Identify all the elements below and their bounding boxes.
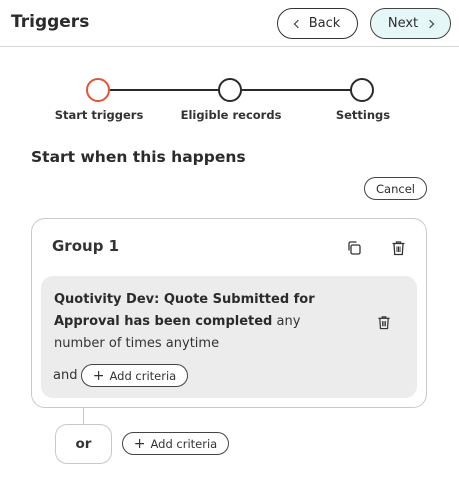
step-3-indicator[interactable] bbox=[350, 78, 374, 102]
step-3-label: Settings bbox=[335, 108, 391, 122]
progress-stepper: Start triggers Eligible records Settings bbox=[0, 76, 459, 126]
step-2-indicator[interactable] bbox=[218, 78, 242, 102]
chevron-left-icon bbox=[293, 19, 302, 28]
step-1-indicator[interactable] bbox=[86, 78, 110, 102]
add-criteria-label: Add criteria bbox=[109, 368, 177, 383]
trash-icon[interactable] bbox=[389, 239, 407, 257]
criteria-description: Quotivity Dev: Quote Submitted for Appro… bbox=[54, 289, 354, 355]
plus-icon: + bbox=[133, 435, 146, 452]
criteria-card[interactable]: Quotivity Dev: Quote Submitted for Appro… bbox=[41, 276, 417, 398]
group-connector-line bbox=[83, 408, 84, 425]
plus-icon: + bbox=[92, 367, 105, 384]
and-label: and bbox=[53, 368, 78, 383]
section-title: Start when this happens bbox=[31, 148, 246, 166]
add-criteria-button[interactable]: + Add criteria bbox=[81, 364, 188, 387]
add-criteria-label: Add criteria bbox=[150, 436, 218, 451]
trigger-group-card: Group 1 Quotivity Dev: Quote Submitted f… bbox=[31, 218, 427, 408]
page-title: Triggers bbox=[11, 12, 90, 32]
back-button[interactable]: Back bbox=[277, 8, 358, 39]
or-group-button[interactable]: or bbox=[55, 424, 112, 464]
step-1-label: Start triggers bbox=[54, 108, 144, 122]
cancel-button[interactable]: Cancel bbox=[364, 177, 427, 200]
group-title: Group 1 bbox=[52, 237, 120, 255]
step-connector bbox=[242, 89, 351, 91]
page-header: Triggers Back Next bbox=[0, 0, 459, 47]
next-button[interactable]: Next bbox=[370, 8, 451, 39]
step-connector bbox=[110, 89, 219, 91]
copy-icon[interactable] bbox=[345, 239, 363, 257]
back-button-label: Back bbox=[308, 16, 341, 31]
criteria-trash-icon[interactable] bbox=[375, 313, 393, 331]
step-2-label: Eligible records bbox=[180, 108, 282, 122]
chevron-right-icon bbox=[425, 19, 435, 28]
next-button-label: Next bbox=[387, 16, 419, 31]
add-or-criteria-button[interactable]: + Add criteria bbox=[122, 432, 229, 455]
